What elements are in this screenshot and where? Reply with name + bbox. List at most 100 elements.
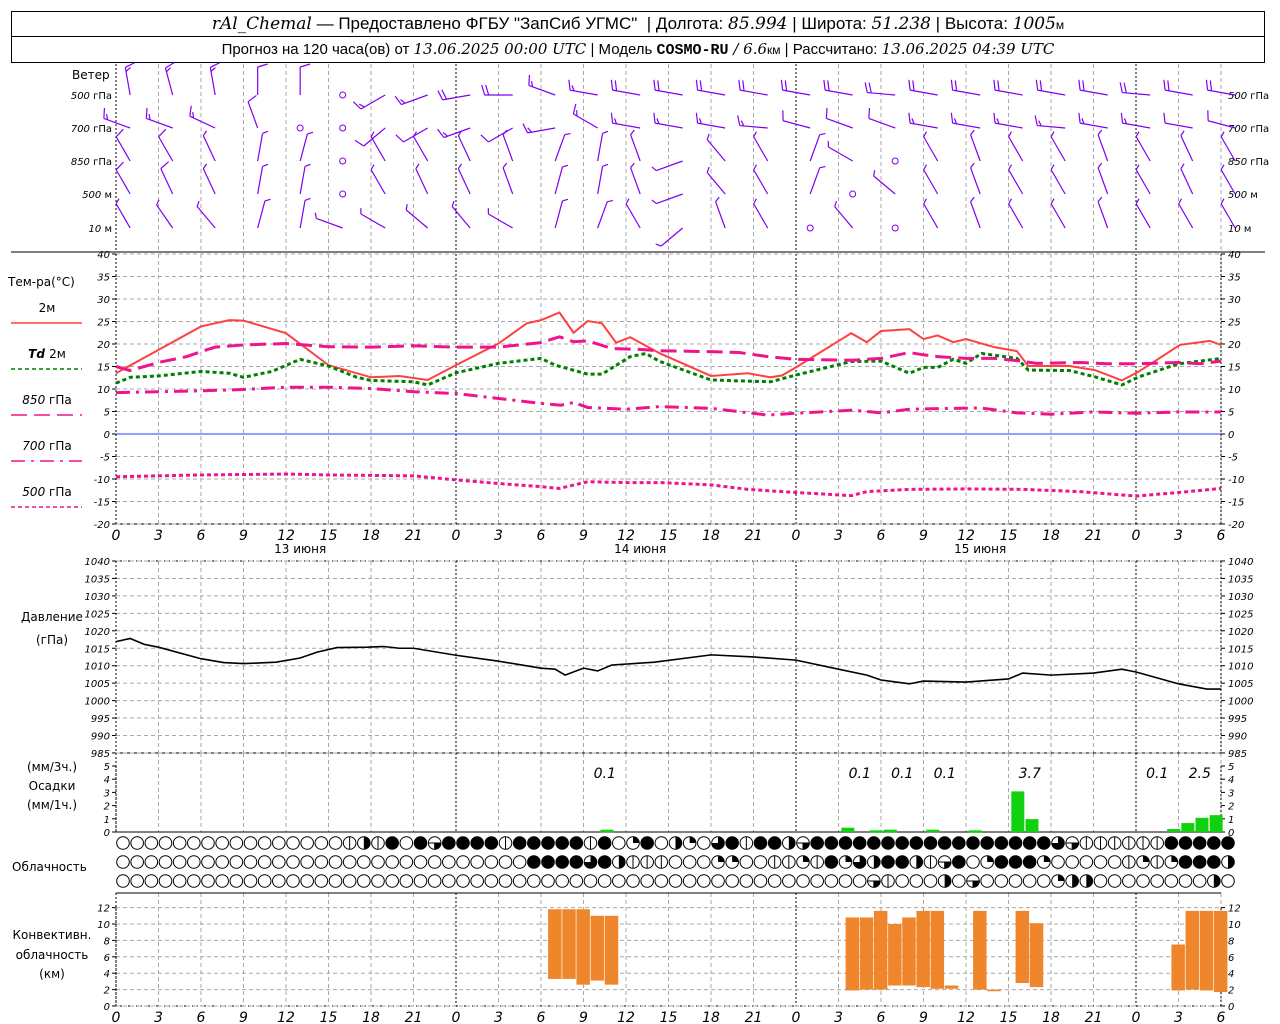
convective-bar <box>1213 910 1228 993</box>
cloud-symbol <box>1207 836 1221 850</box>
wind-barb <box>970 129 981 162</box>
wind-barb <box>1050 131 1066 162</box>
cloud-symbol <box>852 874 867 888</box>
hour-label: 6 <box>537 528 546 544</box>
pressure-tick-label: 1030 <box>1228 592 1253 603</box>
hour-label: 0 <box>1132 528 1141 544</box>
convective-title-2: облачность <box>16 948 89 962</box>
pressure-tick-label: 1020 <box>85 627 110 638</box>
precip-tick-label: 0 <box>104 828 110 839</box>
cloud-symbol <box>229 836 244 850</box>
hour-label: 6 <box>1217 528 1226 544</box>
wind-barb <box>299 163 311 195</box>
convective-bar <box>973 910 987 990</box>
hour-label-bottom: 15 <box>660 1010 678 1024</box>
wind-barb <box>970 196 981 229</box>
hour-label-bottom: 21 <box>1085 1010 1103 1024</box>
hour-label: 9 <box>919 528 928 544</box>
wind-level-label: 500 м <box>1228 190 1258 201</box>
pressure-tick-label: 985 <box>1228 749 1247 760</box>
cloud-symbol <box>952 836 966 850</box>
precip-bar <box>1195 817 1209 832</box>
precip-bar <box>869 830 883 833</box>
convective-tick-label: 8 <box>104 936 110 947</box>
wind-barb <box>257 130 269 162</box>
precip-1h-unit: (мм/1ч.) <box>27 798 77 812</box>
wind-barb <box>630 129 641 162</box>
wind-barb <box>457 130 471 162</box>
hour-label: 6 <box>877 528 886 544</box>
wind-barb <box>923 131 939 162</box>
cloud-symbol <box>1192 836 1207 850</box>
hour-label: 3 <box>1174 528 1183 544</box>
wind-barb <box>1180 130 1194 162</box>
wind-barb <box>457 163 471 195</box>
cloud-symbol <box>654 836 669 850</box>
wind-barb <box>502 129 514 162</box>
cloud-symbol <box>1051 855 1065 869</box>
pressure-tick-label: 1005 <box>1228 679 1253 690</box>
hour-label: 21 <box>405 528 423 544</box>
cloud-symbol-mark <box>1043 855 1051 862</box>
wind-barb <box>706 133 726 162</box>
hour-label: 21 <box>745 528 763 544</box>
cloud-symbol <box>1192 855 1207 869</box>
cloud-symbol <box>980 874 994 888</box>
wind-barb <box>753 198 769 229</box>
cloud-symbol <box>456 874 470 888</box>
wind-barb <box>158 128 174 162</box>
precip-tick-label: 1 <box>104 815 110 826</box>
convective-bar <box>548 909 562 979</box>
convective-bar <box>1199 910 1214 991</box>
hour-label-bottom: 9 <box>239 1010 248 1024</box>
pressure-tick-label: 1025 <box>85 609 110 620</box>
cloud-symbol <box>711 874 725 888</box>
cloud-symbol <box>413 874 428 888</box>
wind-calm-marker <box>339 157 347 165</box>
cloud-symbol <box>229 855 244 869</box>
cloud-symbol <box>512 836 527 850</box>
cloud-symbol <box>144 874 159 888</box>
wind-barb <box>1135 198 1151 229</box>
cloud-symbol <box>272 836 286 850</box>
hour-label: 0 <box>792 528 801 544</box>
cloud-symbol <box>852 836 867 850</box>
cloud-symbol <box>810 874 824 888</box>
cloud-symbol <box>427 855 442 869</box>
hour-label-bottom: 0 <box>1132 1010 1141 1024</box>
wind-barb <box>1008 131 1024 162</box>
cloud-symbol <box>158 855 173 869</box>
temperature-tick-label: -15 <box>1228 498 1244 509</box>
cloud-symbol <box>257 855 272 869</box>
wind-barb <box>1008 198 1024 229</box>
temperature-tick-label: -20 <box>1228 520 1244 531</box>
cloud-symbol <box>130 836 144 850</box>
cloud-symbol <box>612 836 626 850</box>
precip-bar <box>968 830 982 833</box>
convective-bar <box>930 910 945 989</box>
precip-bar <box>1209 815 1223 832</box>
wind-barb <box>394 94 428 106</box>
wind-barb <box>1119 82 1151 96</box>
cloud-symbol <box>810 836 824 850</box>
precip-bar <box>926 829 940 833</box>
wind-barb <box>1050 198 1066 229</box>
precip-tick-label: 3 <box>1228 788 1234 799</box>
cloud-symbol <box>527 855 541 869</box>
cloud-symbol <box>838 836 853 850</box>
cloud-symbol-mark <box>788 836 796 850</box>
cloud-symbol <box>442 874 456 888</box>
temperature-title: Тем-ра(°C) <box>7 275 75 289</box>
meteogram: Ветер Тем-ра(°C) Давление (гПа) (мм/3ч.)… <box>7 61 1269 1024</box>
hour-label-bottom: 12 <box>617 1010 635 1024</box>
wind-barb <box>1050 164 1066 195</box>
convective-title: Конвективн. <box>13 928 92 942</box>
cloud-symbol <box>527 874 541 888</box>
pressure-tick-label: 1020 <box>1228 627 1253 638</box>
cloud-symbol <box>172 836 187 850</box>
cloud-symbol-mark <box>1143 855 1150 862</box>
cloud-symbol <box>994 836 1009 850</box>
cloud-symbol <box>994 874 1009 888</box>
wind-barb <box>809 132 826 162</box>
convective-tick-label: 6 <box>1228 953 1234 964</box>
